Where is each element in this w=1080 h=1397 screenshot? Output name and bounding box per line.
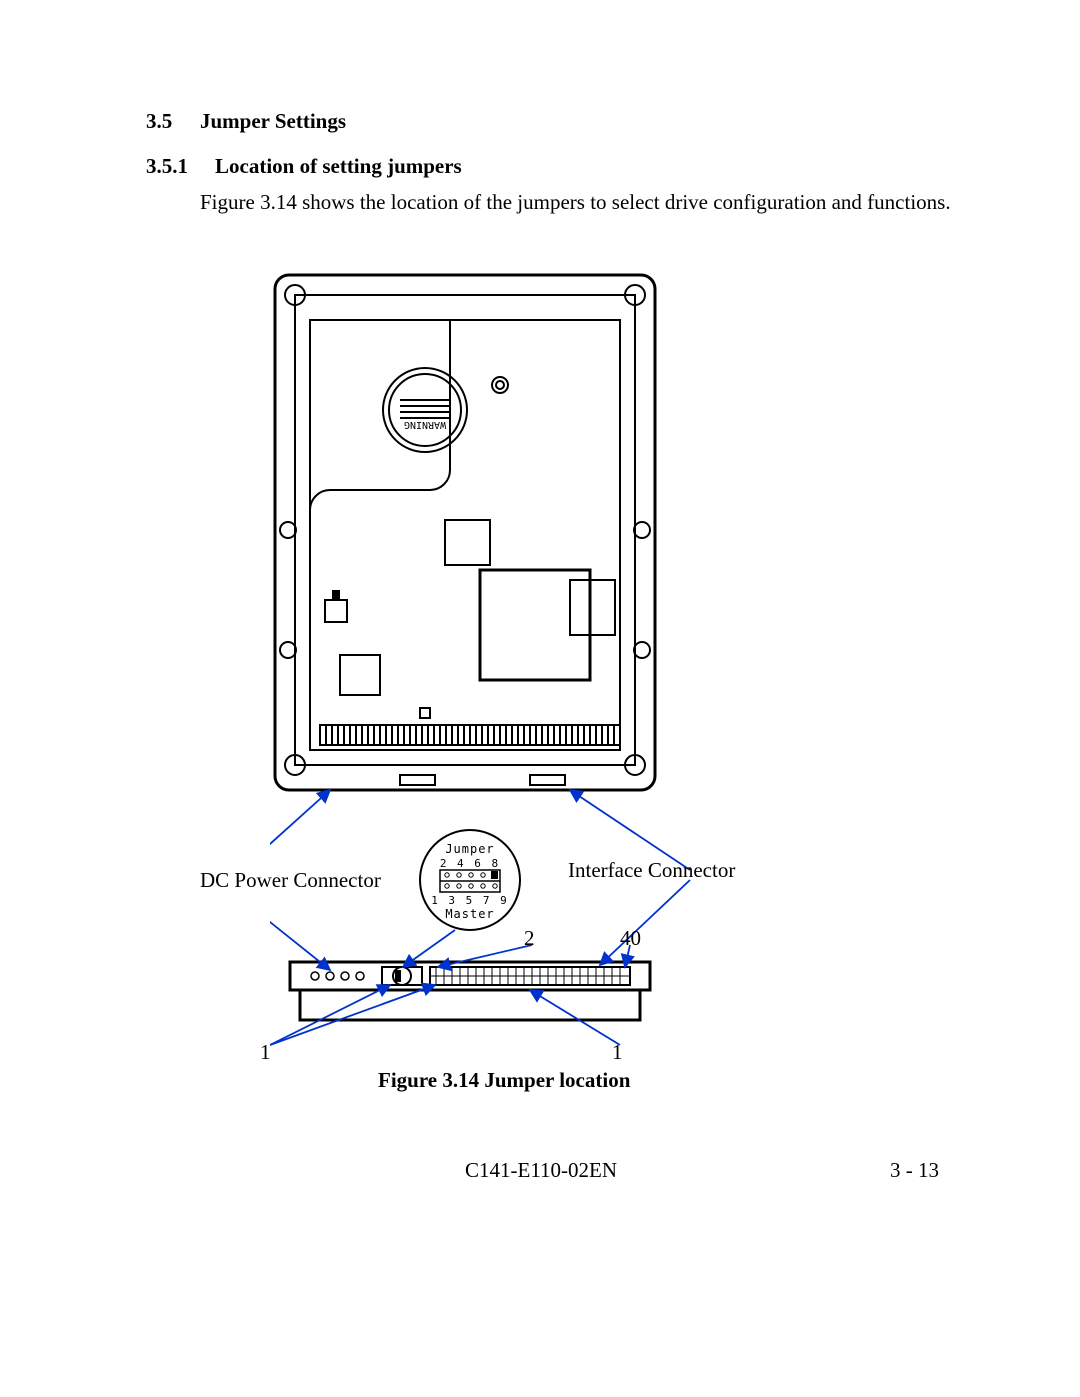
subsection-number: 3.5.1 <box>146 154 188 179</box>
label-pin-1-right: 1 <box>612 1040 623 1065</box>
svg-text:WARNING: WARNING <box>404 419 446 430</box>
figure-container: WARNING <box>270 270 800 1070</box>
label-interface: Interface Connector <box>568 858 735 883</box>
figure-caption: Figure 3.14 Jumper location <box>378 1068 630 1093</box>
footer-doc-id: C141-E110-02EN <box>465 1158 617 1183</box>
svg-text:1 3 5 7 9: 1 3 5 7 9 <box>431 894 509 907</box>
svg-text:Jumper: Jumper <box>445 842 494 856</box>
subsection-title: Location of setting jumpers <box>215 154 462 179</box>
drive-top-view: WARNING <box>275 275 655 790</box>
svg-text:Master: Master <box>445 907 494 921</box>
label-dc-power: DC Power Connector <box>200 868 381 893</box>
label-pin-1-left: 1 <box>260 1040 271 1065</box>
section-title: Jumper Settings <box>200 109 346 134</box>
section-number: 3.5 <box>146 109 172 134</box>
footer-page-number: 3 - 13 <box>890 1158 939 1183</box>
jumper-callout: Jumper 2 4 6 8 1 3 5 7 9 Master <box>420 830 520 930</box>
page-root: 3.5 Jumper Settings 3.5.1 Location of se… <box>0 0 1080 1397</box>
label-pin-40: 40 <box>620 926 641 951</box>
paragraph-text: Figure 3.14 shows the location of the ju… <box>200 190 960 215</box>
label-pin-2: 2 <box>524 926 535 951</box>
drive-side-view <box>290 962 650 1020</box>
drive-diagram-svg: WARNING <box>270 270 800 1070</box>
svg-text:2 4 6 8: 2 4 6 8 <box>440 857 500 870</box>
